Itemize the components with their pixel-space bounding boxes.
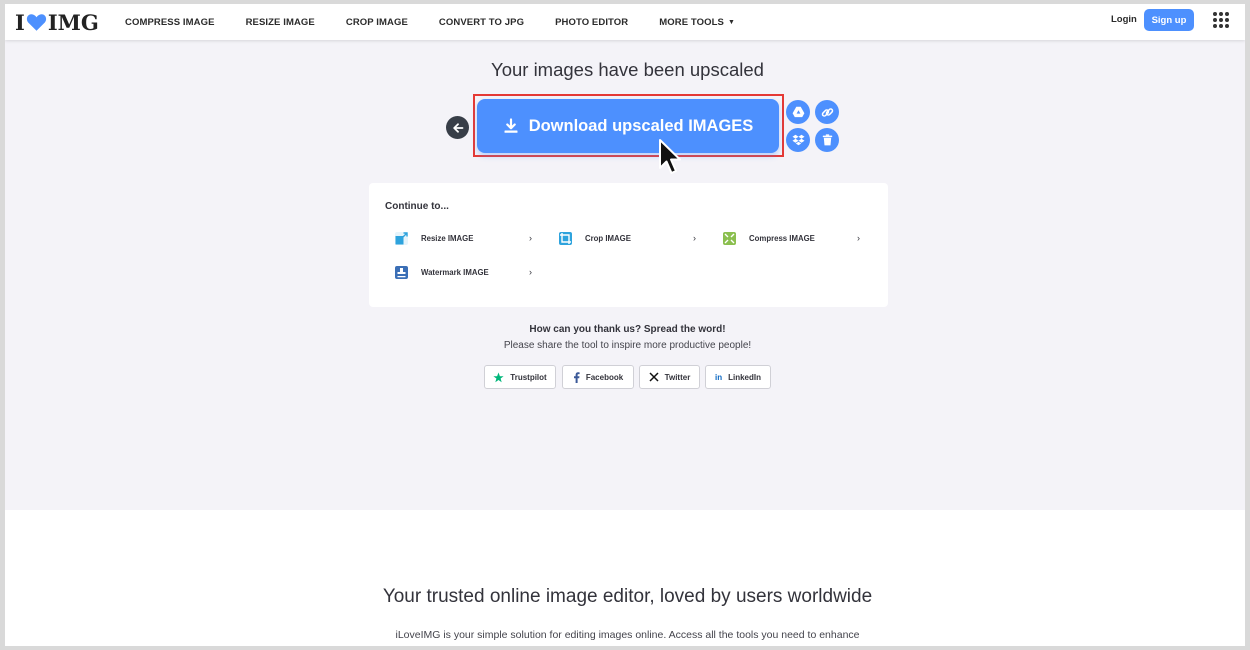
dropbox-button[interactable]	[786, 128, 810, 152]
heart-icon	[26, 14, 46, 31]
browser-viewport: I IMG COMPRESS IMAGE RESIZE IMAGE CROP I…	[5, 4, 1245, 646]
section-description: iLoveIMG is your simple solution for edi…	[395, 629, 860, 641]
trustpilot-button[interactable]: Trustpilot	[484, 365, 556, 389]
linkedin-label: LinkedIn	[728, 372, 761, 382]
arrow-left-icon	[452, 122, 463, 133]
share-title: How can you thank us? Spread the word!	[529, 324, 726, 335]
nav-compress-image[interactable]: COMPRESS IMAGE	[125, 17, 215, 28]
chevron-right-icon: ›	[529, 233, 532, 243]
chevron-right-icon: ›	[693, 233, 696, 243]
main-menu: COMPRESS IMAGE RESIZE IMAGE CROP IMAGE C…	[125, 4, 766, 40]
link-icon	[821, 107, 833, 117]
twitter-button[interactable]: Twitter	[639, 365, 700, 389]
nav-photo-editor[interactable]: PHOTO EDITOR	[555, 17, 628, 28]
download-icon	[504, 118, 518, 133]
nav-convert-to-jpg[interactable]: CONVERT TO JPG	[439, 17, 524, 28]
share-subtitle: Please share the tool to inspire more pr…	[503, 340, 752, 351]
download-button[interactable]: Download upscaled IMAGES	[477, 99, 779, 153]
download-button-label: Download upscaled IMAGES	[528, 116, 754, 135]
resize-image-label: Resize IMAGE	[421, 233, 474, 243]
linkedin-button[interactable]: in LinkedIn	[705, 365, 771, 389]
chevron-right-icon: ›	[857, 233, 860, 243]
compress-image-label: Compress IMAGE	[749, 233, 815, 243]
apps-grid-icon[interactable]	[1213, 12, 1229, 28]
logo-letter-i: I	[15, 9, 25, 35]
dropbox-icon	[792, 134, 804, 146]
delete-button[interactable]	[815, 128, 839, 152]
continue-title: Continue to...	[385, 201, 449, 212]
continue-card: Continue to... Resize IMAGE › Crop IMAGE…	[369, 183, 888, 307]
nav-more-tools[interactable]: MORE TOOLS ▼	[659, 17, 735, 28]
facebook-label: Facebook	[585, 372, 624, 382]
continue-watermark-image[interactable]: Watermark IMAGE ›	[395, 264, 532, 280]
iloveimg-logo[interactable]: I IMG	[15, 9, 99, 35]
trash-icon	[822, 134, 832, 146]
continue-crop-image[interactable]: Crop IMAGE ›	[559, 230, 696, 246]
logo-letters-img: IMG	[47, 9, 99, 35]
compress-icon	[723, 231, 736, 245]
login-link[interactable]: Login	[1111, 14, 1137, 25]
facebook-button[interactable]: Facebook	[562, 365, 634, 389]
twitter-label: Twitter	[664, 372, 691, 382]
nav-more-tools-label: MORE TOOLS	[659, 16, 724, 28]
facebook-icon	[573, 371, 580, 383]
watermark-image-label: Watermark IMAGE	[421, 267, 489, 277]
nav-resize-image[interactable]: RESIZE IMAGE	[246, 17, 315, 28]
google-drive-button[interactable]	[786, 100, 810, 124]
trustpilot-label: Trustpilot	[510, 372, 547, 382]
crop-icon	[559, 231, 572, 245]
star-icon	[493, 372, 504, 383]
back-button[interactable]	[446, 116, 469, 139]
continue-compress-image[interactable]: Compress IMAGE ›	[723, 230, 860, 246]
crop-image-label: Crop IMAGE	[585, 233, 631, 243]
lower-section: Your trusted online image editor, loved …	[5, 510, 1245, 646]
mouse-pointer-icon	[659, 139, 681, 174]
top-navbar: I IMG COMPRESS IMAGE RESIZE IMAGE CROP I…	[5, 4, 1245, 40]
copy-link-button[interactable]	[815, 100, 839, 124]
resize-icon	[395, 231, 408, 245]
watermark-icon	[395, 265, 408, 279]
chevron-right-icon: ›	[529, 267, 532, 277]
signup-button[interactable]: Sign up	[1144, 9, 1194, 31]
linkedin-icon: in	[715, 372, 723, 382]
google-drive-icon	[792, 106, 804, 118]
page-title: Your images have been upscaled	[491, 59, 764, 80]
continue-resize-image[interactable]: Resize IMAGE ›	[395, 230, 532, 246]
caret-down-icon: ▼	[727, 18, 735, 26]
nav-crop-image[interactable]: CROP IMAGE	[346, 17, 408, 28]
section-title: Your trusted online image editor, loved …	[382, 586, 873, 607]
x-icon	[649, 372, 659, 382]
